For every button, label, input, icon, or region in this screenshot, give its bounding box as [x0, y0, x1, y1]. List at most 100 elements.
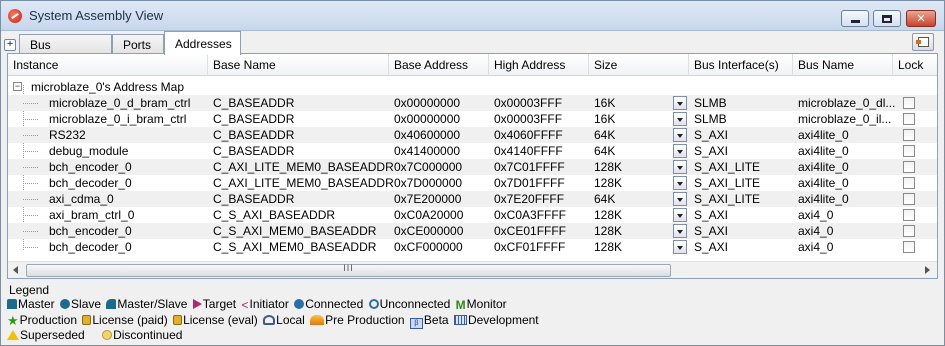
- close-button[interactable]: ✕: [906, 10, 936, 27]
- cell-base-address[interactable]: 0x41400000: [394, 143, 460, 159]
- collapse-icon[interactable]: −: [13, 82, 22, 91]
- cell-base-address[interactable]: 0x7D000000: [394, 175, 462, 191]
- legend-item: Discontinued: [102, 328, 182, 342]
- bus-interface-dropdown-icon[interactable]: [673, 144, 687, 158]
- tree-connector: [23, 199, 38, 200]
- table-row[interactable]: RS232 C_BASEADDR 0x40600000 0x4060FFFF 64K S_…: [8, 127, 937, 143]
- cell-bus-name: axi4lite_0: [798, 176, 849, 190]
- table-row[interactable]: bch_decoder_0 C_S_AXI_MEM0_BASEADDR 0xCF00…: [8, 239, 937, 255]
- legend-item: Slave: [60, 297, 101, 311]
- cell-base-name: C_BASEADDR: [213, 144, 295, 158]
- bus-interface-dropdown-icon[interactable]: [673, 176, 687, 190]
- maximize-button[interactable]: [873, 10, 901, 27]
- scroll-right-icon[interactable]: [925, 266, 930, 274]
- col-header-high-address[interactable]: High Address: [489, 54, 589, 76]
- bus-interface-dropdown-icon[interactable]: [673, 128, 687, 142]
- cell-size[interactable]: 64K: [594, 143, 615, 159]
- cell-base-address[interactable]: 0x7C000000: [394, 159, 462, 175]
- lock-checkbox[interactable]: [903, 241, 915, 253]
- bus-interface-dropdown-icon[interactable]: [673, 224, 687, 238]
- lock-checkbox[interactable]: [903, 161, 915, 173]
- bus-interface-dropdown-icon[interactable]: [673, 112, 687, 126]
- legend-row-2: ★Production License (paid) License (eval…: [7, 313, 541, 329]
- cell-high-address[interactable]: 0xCE01FFFF: [494, 223, 566, 239]
- cell-high-address[interactable]: 0xC0A3FFFF: [494, 207, 566, 223]
- cell-base-name: C_AXI_LITE_MEM0_BASEADDR: [213, 176, 394, 190]
- tree-connector: [23, 135, 38, 136]
- pre-production-icon: [310, 315, 325, 325]
- cell-high-address[interactable]: 0x7E20FFFF: [494, 191, 564, 207]
- cell-base-address[interactable]: 0x00000000: [394, 95, 460, 111]
- cell-base-address[interactable]: 0xC0A20000: [394, 207, 463, 223]
- table-row[interactable]: bch_encoder_0 C_S_AXI_MEM0_BASEADDR 0xCE00…: [8, 223, 937, 239]
- legend-label: Target: [202, 297, 237, 311]
- cell-high-address[interactable]: 0x4060FFFF: [494, 127, 563, 143]
- table-row[interactable]: microblaze_0_d_bram_ctrl C_BASEADDR 0x0000…: [8, 95, 937, 111]
- legend-item: <Initiator: [241, 297, 288, 312]
- cell-size[interactable]: 128K: [594, 159, 622, 175]
- cell-size[interactable]: 128K: [594, 223, 622, 239]
- tab-ports[interactable]: Ports: [112, 34, 164, 54]
- cell-base-address[interactable]: 0x40600000: [394, 127, 460, 143]
- cell-size[interactable]: 128K: [594, 239, 622, 255]
- tab-addresses[interactable]: Addresses: [164, 31, 241, 55]
- layout-toggle-button[interactable]: [912, 33, 934, 51]
- bus-interface-dropdown-icon[interactable]: [673, 192, 687, 206]
- lock-checkbox[interactable]: [903, 97, 915, 109]
- table-row[interactable]: debug_module C_BASEADDR 0x41400000 0x4140FF…: [8, 143, 937, 159]
- table-row[interactable]: bch_decoder_0 C_AXI_LITE_MEM0_BASEADDR 0x7…: [8, 175, 937, 191]
- table-row[interactable]: axi_bram_ctrl_0 C_S_AXI_BASEADDR 0xC0A2000…: [8, 207, 937, 223]
- col-header-size[interactable]: Size: [589, 54, 689, 76]
- cell-base-address[interactable]: 0x7E200000: [394, 191, 461, 207]
- cell-high-address[interactable]: 0x4140FFFF: [494, 143, 563, 159]
- bus-interface-dropdown-icon[interactable]: [673, 240, 687, 254]
- col-header-bus-interfaces[interactable]: Bus Interface(s): [689, 54, 793, 76]
- cell-base-address[interactable]: 0x00000000: [394, 111, 460, 127]
- cell-high-address[interactable]: 0x00003FFF: [494, 111, 562, 127]
- lock-checkbox[interactable]: [903, 129, 915, 141]
- cell-high-address[interactable]: 0x7D01FFFF: [494, 175, 565, 191]
- master-icon: [7, 299, 17, 309]
- col-header-base-address[interactable]: Base Address: [389, 54, 489, 76]
- layout-icon: [916, 37, 929, 47]
- cell-instance: microblaze_0_i_bram_ctrl: [49, 112, 187, 126]
- cell-bus-name: axi4_0: [798, 208, 834, 222]
- col-header-bus-name[interactable]: Bus Name: [793, 54, 893, 76]
- minimize-button[interactable]: [841, 10, 869, 27]
- scrollbar-thumb[interactable]: III: [26, 263, 671, 277]
- table-row[interactable]: microblaze_0_i_bram_ctrl C_BASEADDR 0x0000…: [8, 111, 937, 127]
- tree-root-row[interactable]: − microblaze_0's Address Map: [8, 79, 937, 95]
- lock-checkbox[interactable]: [903, 209, 915, 221]
- tree-connector: [23, 167, 38, 168]
- cell-base-address[interactable]: 0xCE000000: [394, 223, 463, 239]
- bus-interface-dropdown-icon[interactable]: [673, 208, 687, 222]
- cell-bus-interface: S_AXI_LITE: [694, 192, 761, 206]
- cell-size[interactable]: 64K: [594, 191, 615, 207]
- cell-instance: bch_decoder_0: [49, 176, 132, 190]
- table-row[interactable]: bch_encoder_0 C_AXI_LITE_MEM0_BASEADDR 0x7…: [8, 159, 937, 175]
- bus-interface-dropdown-icon[interactable]: [673, 96, 687, 110]
- lock-checkbox[interactable]: [903, 145, 915, 157]
- lock-checkbox[interactable]: [903, 177, 915, 189]
- col-header-lock[interactable]: Lock: [893, 54, 937, 76]
- cell-size[interactable]: 128K: [594, 175, 622, 191]
- tab-bus-interfaces[interactable]: Bus Interfaces: [19, 34, 112, 66]
- lock-checkbox[interactable]: [903, 193, 915, 205]
- cell-size[interactable]: 16K: [594, 95, 615, 111]
- table-row[interactable]: axi_cdma_0 C_BASEADDR 0x7E200000 0x7E20FFFF…: [8, 191, 937, 207]
- cell-size[interactable]: 128K: [594, 207, 622, 223]
- expand-panel-icon[interactable]: +: [4, 39, 16, 51]
- scroll-left-icon[interactable]: [13, 266, 18, 274]
- horizontal-scrollbar[interactable]: III: [8, 261, 937, 278]
- cell-size[interactable]: 16K: [594, 111, 615, 127]
- cell-size[interactable]: 64K: [594, 127, 615, 143]
- bus-interface-dropdown-icon[interactable]: [673, 160, 687, 174]
- col-header-instance[interactable]: Instance: [8, 54, 208, 76]
- cell-high-address[interactable]: 0x00003FFF: [494, 95, 562, 111]
- col-header-base-name[interactable]: Base Name: [208, 54, 389, 76]
- cell-high-address[interactable]: 0x7C01FFFF: [494, 159, 565, 175]
- cell-high-address[interactable]: 0xCF01FFFF: [494, 239, 565, 255]
- lock-checkbox[interactable]: [903, 113, 915, 125]
- lock-checkbox[interactable]: [903, 225, 915, 237]
- cell-base-address[interactable]: 0xCF000000: [394, 239, 463, 255]
